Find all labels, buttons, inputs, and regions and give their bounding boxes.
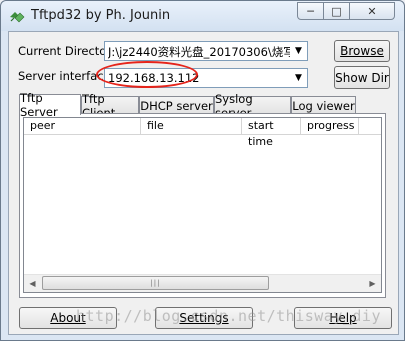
title-bar[interactable]: Tftpd32 by Ph. Jounin ─ □ ✕ xyxy=(1,1,404,31)
server-interface-value: 192.168.13.112 xyxy=(108,71,200,85)
about-button[interactable]: About xyxy=(19,307,117,329)
column-header-label: start time xyxy=(248,119,274,148)
chevron-down-icon[interactable]: ▼ xyxy=(291,70,306,86)
tab-syslog-server[interactable]: Syslog server xyxy=(214,92,291,120)
help-button-label: Help xyxy=(329,311,357,325)
show-dir-button-label: Show Dir xyxy=(335,70,389,85)
help-button[interactable]: Help xyxy=(294,307,392,329)
current-directory-combo[interactable]: J:\jz2440资料光盘_20170306\烧写工 ▼ xyxy=(104,41,308,61)
show-dir-button[interactable]: Show Dir xyxy=(334,66,390,89)
close-button[interactable]: ✕ xyxy=(349,2,395,20)
current-directory-label: Current Directory xyxy=(18,44,118,58)
server-interface-label: Server interface xyxy=(18,69,111,83)
column-header-start-time[interactable]: start time xyxy=(242,118,301,148)
close-icon: ✕ xyxy=(367,4,377,18)
scroll-right-icon[interactable]: ▶ xyxy=(364,275,381,291)
column-header-file[interactable]: file xyxy=(141,118,242,135)
scrollbar-thumb[interactable]: ||| xyxy=(42,276,269,290)
window-title: Tftpd32 by Ph. Jounin xyxy=(31,8,171,23)
column-header-progress[interactable]: progress xyxy=(301,118,359,135)
transfer-list[interactable]: peer file start time progress ◀ ||| ▶ xyxy=(23,117,382,293)
tftpd-app-icon xyxy=(10,12,25,23)
browse-button-label: Browse xyxy=(340,44,384,58)
column-header-peer[interactable]: peer xyxy=(24,118,141,135)
tftp-server-panel: peer file start time progress ◀ ||| ▶ xyxy=(19,113,386,298)
column-header-label: peer xyxy=(30,119,56,132)
scroll-left-icon[interactable]: ◀ xyxy=(24,275,41,291)
about-button-label: About xyxy=(50,311,86,325)
chevron-down-icon[interactable]: ▼ xyxy=(291,43,306,59)
tab-tftp-client[interactable]: Tftp Client xyxy=(81,92,139,120)
horizontal-scrollbar[interactable]: ◀ ||| ▶ xyxy=(24,274,381,292)
tab-tftp-server[interactable]: Tftp Server xyxy=(19,91,81,119)
client-area: Current Directory J:\jz2440资料光盘_20170306… xyxy=(8,31,399,335)
browse-button[interactable]: Browse xyxy=(334,40,390,62)
app-window: Tftpd32 by Ph. Jounin ─ □ ✕ Current Dire… xyxy=(0,0,405,341)
settings-button[interactable]: Settings xyxy=(155,307,253,329)
server-interface-combo[interactable]: 192.168.13.112 ▼ xyxy=(104,68,308,88)
tab-log-viewer[interactable]: Log viewer xyxy=(291,96,356,114)
column-header-label: progress xyxy=(307,119,355,132)
minimize-icon: ─ xyxy=(307,4,314,18)
column-header-filler xyxy=(359,118,381,135)
current-directory-value: J:\jz2440资料光盘_20170306\烧写工 xyxy=(108,45,290,59)
list-header: peer file start time progress xyxy=(24,118,381,148)
tab-label: Tftp Server xyxy=(20,91,58,119)
maximize-icon: □ xyxy=(331,4,342,18)
tab-dhcp-server[interactable]: DHCP server xyxy=(139,96,214,114)
tab-label: Log viewer xyxy=(292,98,355,113)
settings-button-label: Settings xyxy=(179,311,229,325)
tab-label: DHCP server xyxy=(140,98,213,113)
column-header-label: file xyxy=(147,119,164,132)
minimize-button[interactable]: ─ xyxy=(297,2,324,20)
maximize-button[interactable]: □ xyxy=(323,2,350,20)
